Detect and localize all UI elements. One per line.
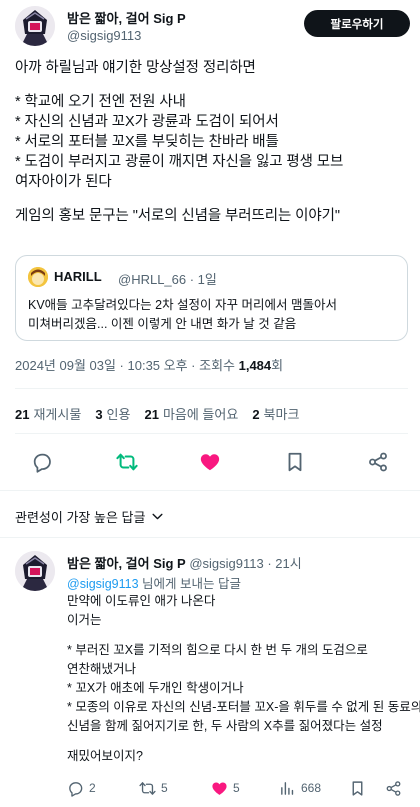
reply-text-line: 연찬해냈거나 bbox=[67, 662, 137, 676]
heart-icon bbox=[212, 781, 227, 795]
share-button[interactable] bbox=[364, 448, 392, 476]
quote-avatar bbox=[28, 267, 48, 287]
reply-text-line: 재밌어보이지? bbox=[67, 749, 143, 763]
tweet-text-line: 게임의 홍보 문구는 "서로의 신념을 부러뜨리는 이야기" bbox=[15, 208, 340, 224]
tweet-text: 아까 하릴님과 얘기한 망상설정 정리하면 * 학교에 오기 전엔 전원 사내 … bbox=[15, 58, 410, 226]
tweet-text-line: * 서로의 포터블 꼬X를 부딪히는 찬바라 배틀 bbox=[15, 134, 279, 150]
quote-author-name: HARILL bbox=[54, 269, 102, 284]
tweet-header: 밤은 짧아, 걸어 Sig P @sigsig9113 팔로우하기 bbox=[0, 0, 420, 52]
reply-avatar[interactable] bbox=[15, 551, 55, 591]
reply-text-line: * 부러진 꼬X를 기적의 힘으로 다시 한 번 두 개의 도검으로 bbox=[67, 643, 368, 657]
reply-header: 밤은 짧아, 걸어 Sig P @sigsig9113 · 21시 bbox=[67, 553, 302, 572]
reply-text-line: 만약에 이도류인 애가 나온다 bbox=[67, 594, 216, 608]
tweet-text-line: * 도검이 부러지고 광륜이 깨지면 자신을 잃고 평생 모브 bbox=[15, 154, 344, 170]
reply-text-line: 이거는 bbox=[67, 613, 102, 627]
section-divider bbox=[0, 537, 420, 538]
quote-text-line: 미쳐버리겠음... 이젠 이렇게 안 내면 화가 날 것 같음 bbox=[28, 317, 297, 331]
bookmark-icon bbox=[352, 780, 363, 796]
reply-to-suffix: 님에게 보내는 답글 bbox=[138, 577, 241, 591]
reply-icon bbox=[69, 781, 83, 797]
retweet-icon bbox=[116, 453, 138, 471]
views-count: 668 bbox=[301, 781, 322, 795]
avatar-image bbox=[15, 6, 55, 46]
like-count: 5 bbox=[233, 781, 240, 795]
quoted-tweet[interactable]: HARILL @HRLL_66 · 1일 KV애들 고추달려있다는 2차 설정이… bbox=[15, 255, 408, 341]
retweets-stat[interactable]: 21 재게시물 bbox=[15, 404, 81, 423]
views-icon bbox=[281, 781, 294, 795]
view-count-suffix: 회 bbox=[271, 358, 284, 373]
reply-like-button[interactable]: 5 bbox=[211, 778, 240, 798]
reply-to-line: @sigsig9113 님에게 보내는 답글 bbox=[67, 573, 241, 592]
heart-icon bbox=[200, 454, 220, 471]
reply-button[interactable] bbox=[28, 448, 56, 476]
quote-text: KV애들 고추달려있다는 2차 설정이 자꾸 머리에서 맴돌아서 미쳐버리겠음.… bbox=[28, 296, 337, 334]
retweet-count: 5 bbox=[161, 781, 168, 795]
quote-text-line: KV애들 고추달려있다는 2차 설정이 자꾸 머리에서 맴돌아서 bbox=[28, 298, 337, 312]
timestamp[interactable]: 2024년 09월 03일 · 10:35 오후 · 조회수 bbox=[15, 358, 239, 373]
retweet-icon bbox=[139, 781, 156, 795]
share-icon bbox=[369, 452, 387, 472]
bookmarks-stat[interactable]: 2 북마크 bbox=[252, 404, 299, 423]
like-button[interactable] bbox=[196, 448, 224, 476]
reply-count: 2 bbox=[89, 781, 96, 795]
divider bbox=[15, 433, 408, 434]
tweet-text-gap bbox=[15, 78, 410, 92]
avatar[interactable] bbox=[15, 6, 55, 46]
reply-bookmark-button[interactable] bbox=[349, 778, 366, 798]
reply-icon bbox=[33, 453, 51, 473]
quotes-stat[interactable]: 3 인용 bbox=[95, 404, 130, 423]
tweet-text-line: * 학교에 오기 전엔 전원 사내 bbox=[15, 94, 186, 110]
reply-retweet-button[interactable]: 5 bbox=[139, 778, 168, 798]
reply-text-line: * 꼬X가 애초에 두개인 학생이거나 bbox=[67, 681, 244, 695]
tweet-text-line: * 자신의 신념과 꼬X가 광륜과 도검이 되어서 bbox=[15, 114, 279, 130]
reply-sort-label: 관련성이 가장 높은 답글 bbox=[15, 510, 146, 525]
chevron-down-icon bbox=[152, 513, 163, 520]
bookmark-button[interactable] bbox=[281, 448, 309, 476]
reply-author-handle[interactable]: @sigsig9113 · 21시 bbox=[189, 556, 301, 571]
reply-text: 만약에 이도류인 애가 나온다 이거는 * 부러진 꼬X를 기적의 힘으로 다시… bbox=[67, 592, 420, 766]
tweet-text-line: 여자아이가 된다 bbox=[15, 174, 112, 190]
quote-author-handle: @HRLL_66 · 1일 bbox=[118, 272, 217, 287]
reply-author-name[interactable]: 밤은 짧아, 걸어 Sig P bbox=[67, 556, 186, 571]
reply-text-line: * 모종의 이유로 자신의 신념-포터블 꼬X-을 휘두를 수 없게 된 동료의 bbox=[67, 700, 420, 714]
tweet-text-line: 아까 하릴님과 얘기한 망상설정 정리하면 bbox=[15, 60, 256, 76]
divider bbox=[15, 388, 408, 389]
view-count: 1,484 bbox=[238, 358, 272, 373]
author-name[interactable]: 밤은 짧아, 걸어 Sig P bbox=[67, 11, 186, 27]
reply-text-gap bbox=[67, 630, 412, 641]
author-handle[interactable]: @sigsig9113 bbox=[67, 28, 141, 44]
reply-text-gap bbox=[67, 736, 412, 747]
retweet-button[interactable] bbox=[113, 448, 141, 476]
bookmark-icon bbox=[288, 452, 302, 472]
share-icon bbox=[386, 780, 401, 796]
reply-actions: 2 5 5 668 bbox=[67, 778, 407, 798]
section-divider bbox=[0, 490, 420, 491]
reply-to-mention[interactable]: @sigsig9113 bbox=[67, 577, 139, 591]
reply-reply-button[interactable]: 2 bbox=[67, 778, 96, 798]
likes-stat[interactable]: 21 마음에 들어요 bbox=[144, 404, 238, 423]
reply-views-button[interactable]: 668 bbox=[279, 778, 321, 798]
tweet-actions bbox=[0, 448, 420, 476]
reply-share-button[interactable] bbox=[385, 778, 402, 798]
tweet-stats: 21 재게시물 3 인용 21 마음에 들어요 2 북마크 bbox=[15, 404, 299, 423]
tweet-meta: 2024년 09월 03일 · 10:35 오후 · 조회수 1,484회 bbox=[15, 355, 283, 374]
follow-button[interactable]: 팔로우하기 bbox=[304, 10, 410, 37]
reply-text-line: 신념을 함께 짊어지기로 한, 두 사람의 X추를 짊어졌다는 설정 bbox=[67, 719, 383, 733]
tweet-text-gap bbox=[15, 192, 410, 206]
reply-sort-dropdown[interactable]: 관련성이 가장 높은 답글 bbox=[15, 507, 164, 526]
